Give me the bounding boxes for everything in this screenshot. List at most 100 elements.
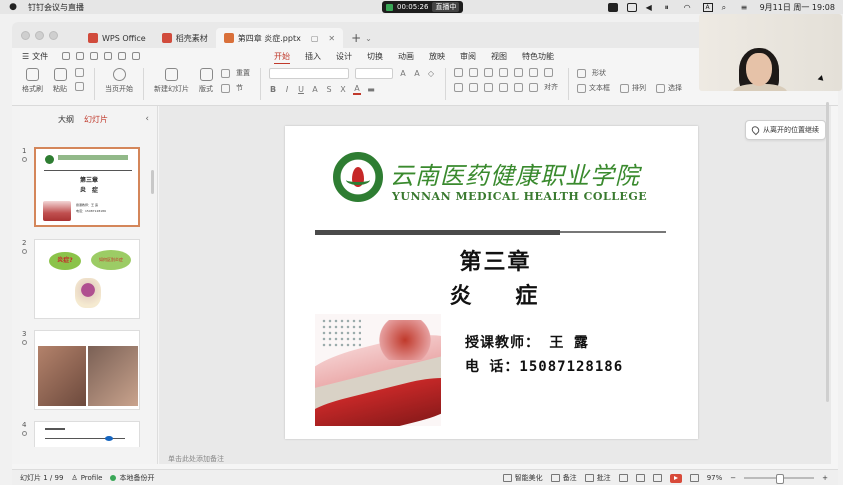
wifi-icon[interactable]: ◠ <box>684 3 694 12</box>
slide-thumb-3[interactable]: 3 <box>22 330 142 410</box>
paste-button[interactable]: 粘贴 <box>53 68 67 94</box>
tab-review[interactable]: 审阅 <box>460 51 476 62</box>
undo-icon[interactable] <box>118 52 127 60</box>
select-button[interactable]: 选择 <box>656 83 682 93</box>
screen-share-icon[interactable] <box>626 2 637 12</box>
zoom-level[interactable]: 97% <box>707 474 723 482</box>
pause-icon[interactable]: ⏸ <box>665 3 675 12</box>
tab-wps-office[interactable]: WPS Office <box>80 28 154 48</box>
tab-more-icon[interactable]: ▢ <box>311 34 319 43</box>
align-center-icon[interactable] <box>469 82 478 92</box>
tab-design[interactable]: 设计 <box>336 51 352 62</box>
slide-thumb-2[interactable]: 2 炎症? 如何区别炎症 <box>22 239 142 319</box>
collapse-panel-icon[interactable]: ‹ <box>145 114 149 124</box>
textbox-button[interactable]: 文本框 <box>577 83 610 93</box>
beautify-button[interactable]: 智能美化 <box>502 473 543 483</box>
current-slide[interactable]: 云南医药健康职业学院 YUNNAN MEDICAL HEALTH COLLEGE… <box>285 126 698 439</box>
notes-placeholder[interactable]: 单击此处添加备注 <box>168 454 224 464</box>
new-tab-button[interactable]: + ⌄ <box>343 28 380 48</box>
text-direction-icon[interactable] <box>529 82 538 92</box>
search-icon[interactable]: ⌕ <box>722 3 732 12</box>
tab-transitions[interactable]: 切换 <box>367 51 383 62</box>
section-button[interactable]: 节 <box>221 83 250 93</box>
columns-icon[interactable] <box>544 68 553 77</box>
new-slide-button[interactable]: 新建幻灯片 <box>154 68 189 94</box>
slide-thumbnail[interactable] <box>34 330 140 410</box>
slide-thumbnail[interactable]: 炎症? 如何区别炎症 <box>34 239 140 319</box>
panel-scrollbar[interactable] <box>151 170 154 194</box>
align-left-icon[interactable] <box>454 82 463 92</box>
start-from-current-button[interactable]: 当页开始 <box>105 68 133 94</box>
cut-icon[interactable] <box>75 68 84 77</box>
play-slideshow-button[interactable] <box>669 473 682 483</box>
fit-window-icon[interactable] <box>689 474 699 482</box>
indent-icon[interactable] <box>484 68 493 77</box>
active-app-name[interactable]: 钉钉会议与直播 <box>28 2 84 13</box>
slide-thumb-1[interactable]: 1 第三章 炎 症 授课教师：王 露 电话：15087128186 <box>22 147 142 227</box>
input-method-icon[interactable]: A <box>702 2 713 12</box>
format-painter-button[interactable]: 格式刷 <box>22 68 43 94</box>
zoom-out-icon[interactable]: − <box>730 474 736 482</box>
reading-view-icon[interactable] <box>652 474 662 482</box>
shape-button[interactable]: 形状 <box>577 68 682 78</box>
tab-docer-materials[interactable]: 稻壳素材 <box>154 28 216 48</box>
clear-format-icon[interactable]: ◇ <box>427 69 435 78</box>
clock[interactable]: 9月11日 周一 19:08 <box>760 2 835 13</box>
editor-scrollbar[interactable] <box>825 96 830 448</box>
volume-icon[interactable]: ◀ <box>646 3 656 12</box>
normal-view-icon[interactable] <box>618 474 628 482</box>
sort-icon[interactable] <box>529 68 538 77</box>
tab-slides[interactable]: 幻灯片 <box>84 114 108 125</box>
tab-view[interactable]: 视图 <box>491 51 507 62</box>
justify-icon[interactable] <box>499 82 508 92</box>
font-family-select[interactable] <box>269 68 349 79</box>
resume-position-button[interactable]: 从离开的位置继续 <box>745 120 826 140</box>
slide-thumbnail[interactable] <box>34 421 140 447</box>
webcam-video[interactable] <box>699 14 842 91</box>
notes-toggle[interactable]: 备注 <box>550 473 577 483</box>
close-window-button[interactable] <box>21 30 30 40</box>
superscript-icon[interactable]: X <box>339 85 347 94</box>
numbering-icon[interactable] <box>469 68 478 77</box>
save-icon[interactable] <box>62 52 71 60</box>
font-size-select[interactable] <box>355 68 393 79</box>
copy-icon[interactable] <box>75 82 84 91</box>
export-icon[interactable] <box>90 52 99 60</box>
align-button[interactable]: 对齐 <box>544 82 558 92</box>
slide-counter[interactable]: 幻灯片 1 / 99 <box>20 473 63 483</box>
preview-icon[interactable] <box>104 52 113 60</box>
zoom-window-button[interactable] <box>49 30 58 40</box>
arrange-button[interactable]: 排列 <box>620 83 646 93</box>
recording-indicator[interactable]: 00:05:26 直播中 <box>382 1 464 13</box>
distribute-icon[interactable] <box>514 82 523 92</box>
align-right-icon[interactable] <box>484 82 493 92</box>
tab-slideshow[interactable]: 放映 <box>429 51 445 62</box>
zoom-in-icon[interactable]: + <box>822 474 828 482</box>
shadow-icon[interactable]: S <box>325 85 333 94</box>
tab-animations[interactable]: 动画 <box>398 51 414 62</box>
tab-outline[interactable]: 大纲 <box>58 114 74 125</box>
redo-icon[interactable] <box>132 52 141 60</box>
app-status-icon[interactable] <box>607 2 618 12</box>
tab-home[interactable]: 开始 <box>274 51 290 65</box>
slide-thumb-4[interactable]: 4 <box>22 421 142 447</box>
tab-document[interactable]: 第四章 炎症.pptx ▢ ✕ <box>215 28 344 48</box>
tab-features[interactable]: 特色功能 <box>522 51 554 62</box>
underline-icon[interactable]: U <box>297 85 305 94</box>
bullets-icon[interactable] <box>454 68 463 77</box>
tab-insert[interactable]: 插入 <box>305 51 321 62</box>
print-icon[interactable] <box>76 52 85 60</box>
reset-button[interactable]: 重置 <box>221 68 250 78</box>
profile-button[interactable]: ♙ Profile <box>71 474 102 482</box>
decrease-font-icon[interactable]: A <box>413 69 421 78</box>
slide-thumbnail[interactable]: 第三章 炎 症 授课教师：王 露 电话：15087128186 <box>34 147 140 227</box>
strikethrough-icon[interactable]: A <box>311 85 319 94</box>
font-color-icon[interactable]: A <box>353 84 361 95</box>
control-center-icon[interactable]: ≡ <box>741 3 751 12</box>
zoom-slider[interactable] <box>744 474 815 484</box>
layout-button[interactable]: 版式 <box>199 68 213 94</box>
apple-icon[interactable]: ● <box>8 2 18 12</box>
minimize-window-button[interactable] <box>35 30 44 40</box>
tab-close-icon[interactable]: ✕ <box>328 34 335 43</box>
italic-icon[interactable]: I <box>283 85 291 94</box>
